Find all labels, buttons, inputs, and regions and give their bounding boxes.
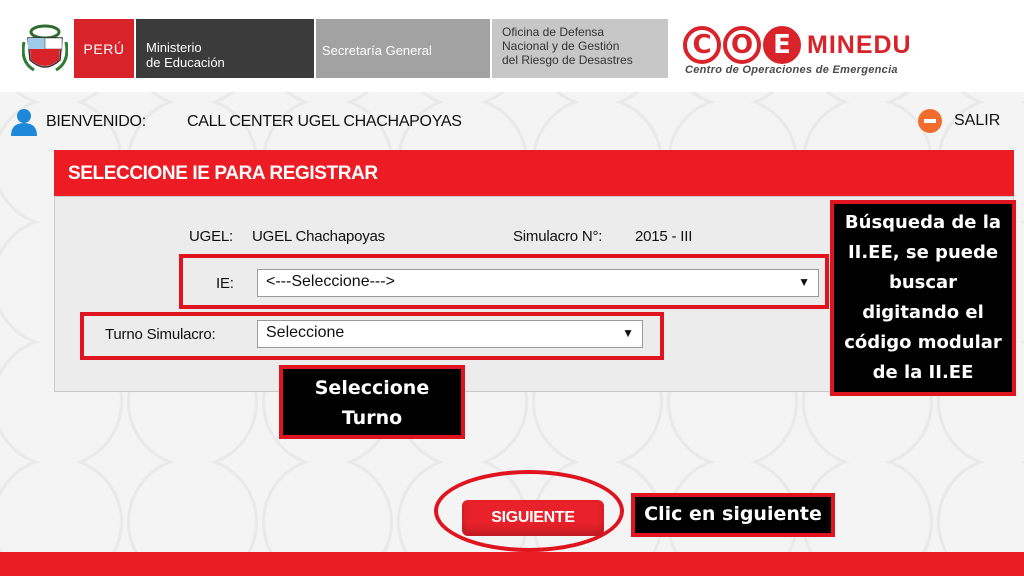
minus-circle-icon [918,109,942,133]
callout-busqueda-line: digitando el [862,302,984,323]
callout-busqueda-line: Búsqueda de la [844,212,1002,233]
coe-brand: MINEDU [807,30,912,59]
ie-select-value: <---Seleccione---> [266,273,395,290]
callout-siguiente: Clic en siguiente [631,493,835,537]
simulacro-value: 2015 - III [635,228,693,245]
coe-letter-o: O [723,26,761,64]
logout-label: SALIR [954,112,1001,129]
turno-select[interactable]: Seleccione ▼ [257,320,643,348]
welcome-label: BIENVENIDO: [46,113,146,130]
coe-minedu-logo: C O E MINEDU Centro de Operaciones de Em… [683,26,953,78]
callout-busqueda-line: II.EE, se puede [847,242,999,263]
panel-title: SELECCIONE IE PARA REGISTRAR [54,150,1014,196]
callout-busqueda: Búsqueda de la II.EE, se puede buscar di… [830,200,1016,396]
coe-subtitle: Centro de Operaciones de Emergencia [685,64,898,76]
callout-turno: Seleccione Turno [279,365,465,439]
callout-busqueda-line: buscar [888,272,958,293]
coe-letter-e: E [763,26,801,64]
siguiente-button[interactable]: SIGUIENTE [462,500,604,536]
turno-select-value: Seleccione [266,324,345,341]
callout-turno-line: Seleccione [314,377,430,399]
secretaria-block: Secretaría General [316,19,490,78]
peru-coat-of-arms-icon [22,24,68,72]
ministerio-line1: Ministerio [146,40,202,55]
logout-button[interactable]: SALIR [918,109,1000,133]
oficina-line2: Nacional y de Gestión [502,39,620,53]
ministerio-block: Ministerio de Educación [136,19,314,78]
peru-label: PERÚ [74,19,134,78]
callout-turno-line: Turno [341,407,403,429]
simulacro-label: Simulacro N°: [513,228,603,245]
dropdown-arrow-icon: ▼ [798,275,810,289]
ugel-value: UGEL Chachapoyas [252,228,385,245]
ie-select[interactable]: <---Seleccione---> ▼ [257,269,819,297]
ie-label: IE: [216,275,234,292]
oficina-block: Oficina de Defensa Nacional y de Gestión… [492,19,668,78]
ugel-label: UGEL: [189,228,234,245]
coe-letter-c: C [683,26,721,64]
dropdown-arrow-icon: ▼ [622,326,634,340]
ministerio-line2: de Educación [146,55,225,70]
turno-label: Turno Simulacro: [105,326,216,343]
user-icon [11,109,37,136]
callout-busqueda-line: de la II.EE [872,362,974,383]
site-header: PERÚ Ministerio de Educación Secretaría … [0,0,1024,92]
oficina-line1: Oficina de Defensa [502,25,605,39]
callout-busqueda-line: código modular [844,332,1002,353]
footer-bar [0,552,1024,576]
username: CALL CENTER UGEL CHACHAPOYAS [187,113,462,130]
oficina-line3: del Riesgo de Desastres [502,53,633,67]
